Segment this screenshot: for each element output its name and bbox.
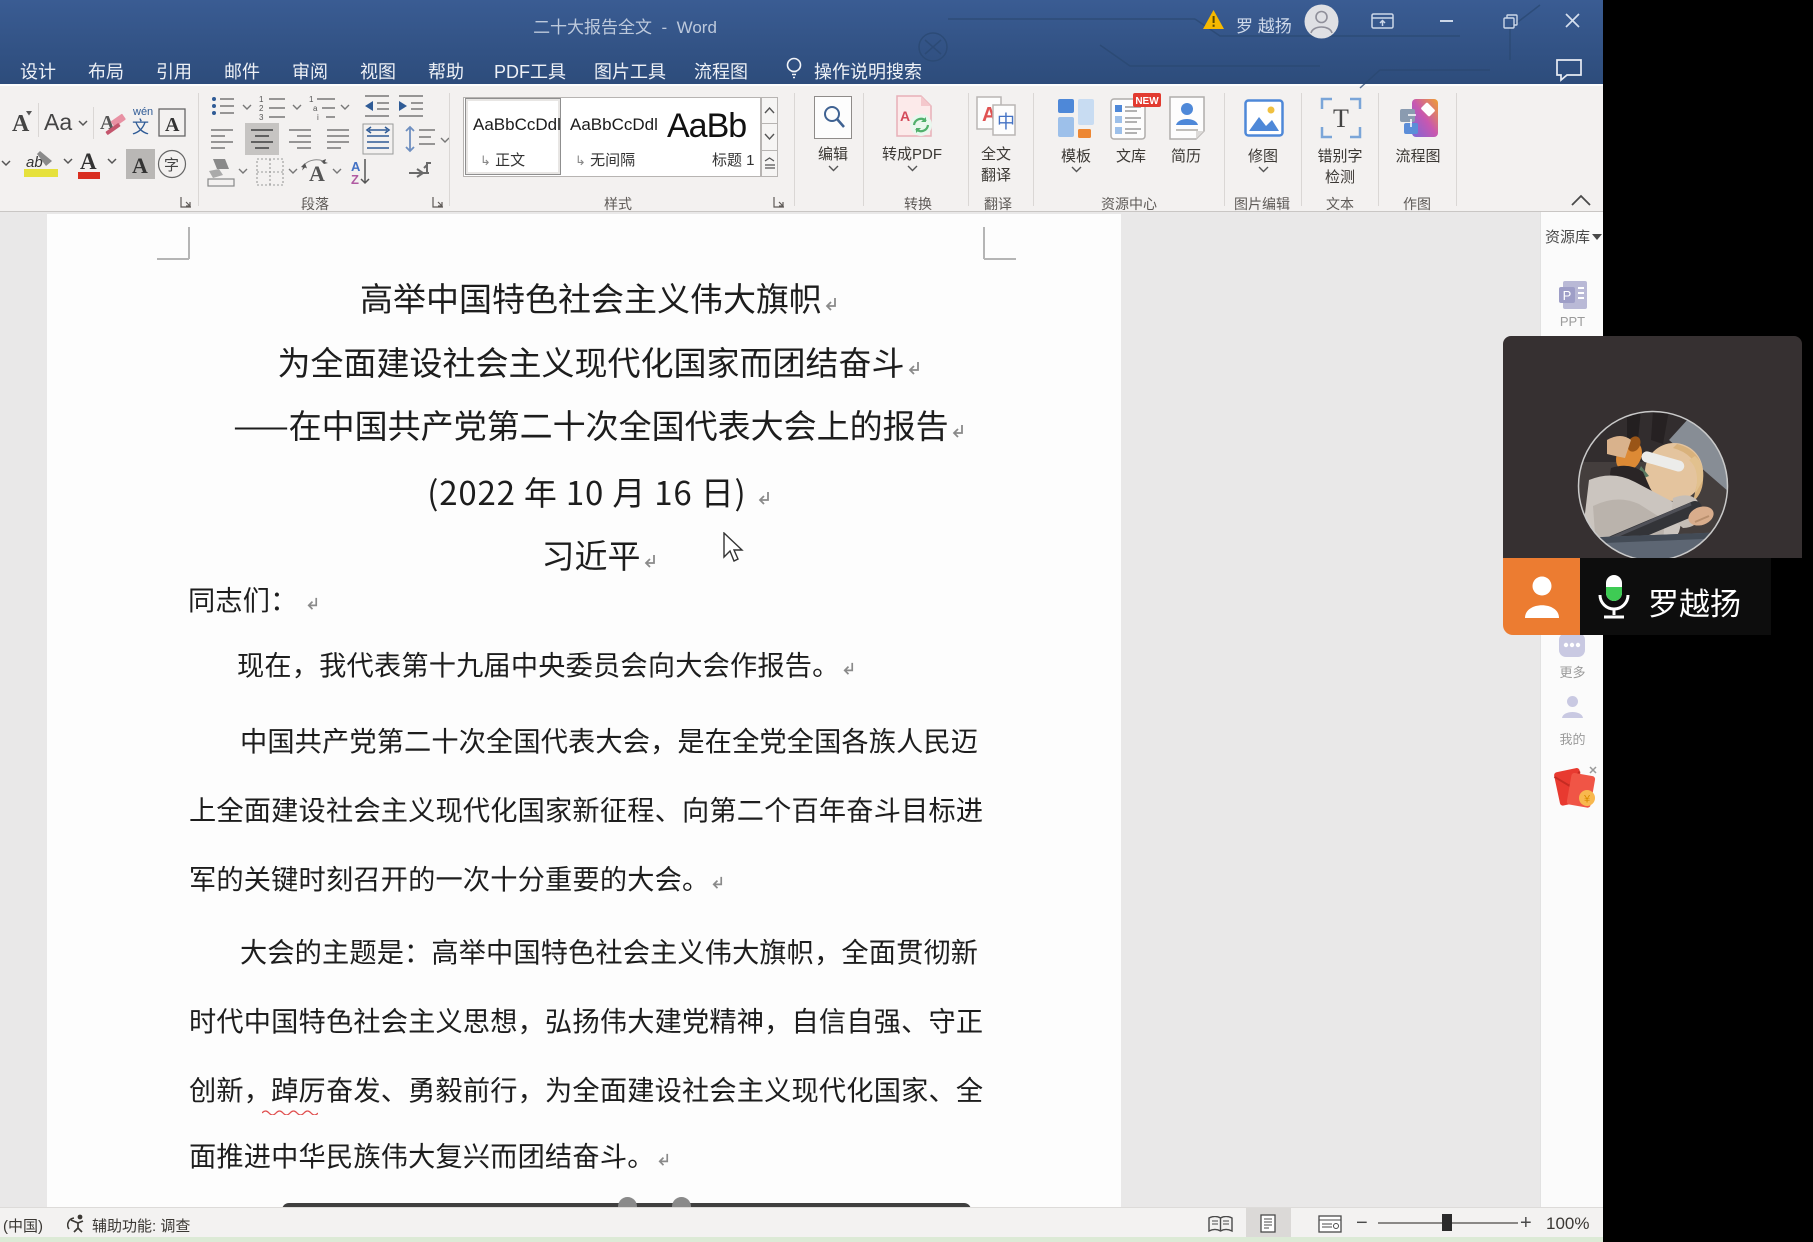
svg-text:A: A [132,153,148,178]
svg-text:1: 1 [259,95,264,104]
svg-text:A: A [80,149,97,174]
svg-text:A: A [309,161,325,186]
svg-text:Aa: Aa [44,109,72,135]
svg-text:a: a [313,104,318,113]
svg-text:2: 2 [259,104,264,113]
svg-text:A: A [12,111,30,137]
svg-text:A: A [165,114,180,136]
svg-text:Z: Z [351,172,359,187]
svg-text:T: T [1333,104,1349,133]
svg-text:3: 3 [259,113,264,122]
svg-text:中: 中 [997,108,1015,134]
svg-text:1: 1 [309,95,314,104]
svg-text:A: A [900,108,910,124]
svg-text:P: P [1563,288,1572,303]
svg-text:¥: ¥ [1583,794,1591,806]
svg-text:i: i [317,113,319,122]
svg-text:NEW: NEW [1135,96,1159,107]
svg-text:文: 文 [132,113,149,138]
svg-text:字: 字 [164,154,179,175]
